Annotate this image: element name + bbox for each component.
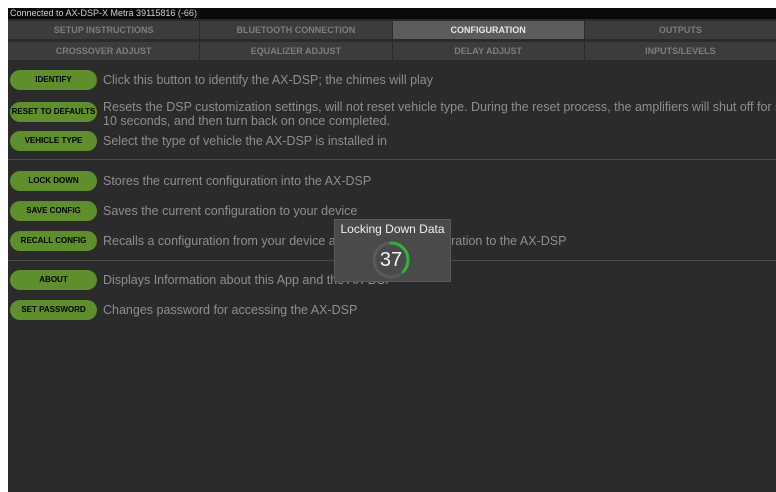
vehicle-type-button[interactable]: VEHICLE TYPE xyxy=(10,131,97,151)
tab-bluetooth-connection[interactable]: BLUETOOTH CONNECTION xyxy=(200,21,393,39)
vehicle-type-description: Select the type of vehicle the AX-DSP is… xyxy=(103,134,387,148)
tab-configuration[interactable]: CONFIGURATION xyxy=(392,21,585,39)
secondary-tab-bar: CROSSOVER ADJUST EQUALIZER ADJUST DELAY … xyxy=(8,42,776,60)
identify-button[interactable]: IDENTIFY xyxy=(10,70,97,90)
lock-down-description: Stores the current configuration into th… xyxy=(103,174,372,188)
group-divider xyxy=(8,159,776,160)
app-window: Connected to AX-DSP-X Metra 39115816 (-6… xyxy=(8,8,776,492)
locking-down-dialog: Locking Down Data 37 xyxy=(334,219,451,282)
lock-down-button[interactable]: LOCK DOWN xyxy=(10,171,97,191)
tab-setup-instructions[interactable]: SETUP INSTRUCTIONS xyxy=(8,21,201,39)
set-password-button[interactable]: SET PASSWORD xyxy=(10,300,97,320)
save-config-description: Saves the current configuration to your … xyxy=(103,204,358,218)
identify-description: Click this button to identify the AX-DSP… xyxy=(103,73,434,87)
about-button[interactable]: ABOUT xyxy=(10,270,97,290)
reset-to-defaults-button[interactable]: RESET TO DEFAULTS xyxy=(10,102,97,122)
recall-config-button[interactable]: RECALL CONFIG xyxy=(10,231,97,251)
tab-outputs[interactable]: OUTPUTS xyxy=(584,21,776,39)
reset-to-defaults-description: Resets the DSP customization settings, w… xyxy=(103,100,776,114)
save-config-button[interactable]: SAVE CONFIG xyxy=(10,201,97,221)
progress-value: 37 xyxy=(379,249,403,271)
reset-to-defaults-description-line2: 10 seconds, and then turn back on once c… xyxy=(103,114,390,128)
connection-status-bar: Connected to AX-DSP-X Metra 39115816 (-6… xyxy=(8,8,776,19)
main-tab-bar: SETUP INSTRUCTIONS BLUETOOTH CONNECTION … xyxy=(8,21,776,39)
connection-status-text: Connected to AX-DSP-X Metra 39115816 (-6… xyxy=(10,8,197,18)
dialog-title: Locking Down Data xyxy=(340,222,445,236)
set-password-description: Changes password for accessing the AX-DS… xyxy=(103,303,358,317)
tab-equalizer-adjust[interactable]: EQUALIZER ADJUST xyxy=(200,42,393,60)
tab-inputs-levels[interactable]: INPUTS/LEVELS xyxy=(584,42,776,60)
tab-crossover-adjust[interactable]: CROSSOVER ADJUST xyxy=(8,42,201,60)
tab-delay-adjust[interactable]: DELAY ADJUST xyxy=(392,42,585,60)
